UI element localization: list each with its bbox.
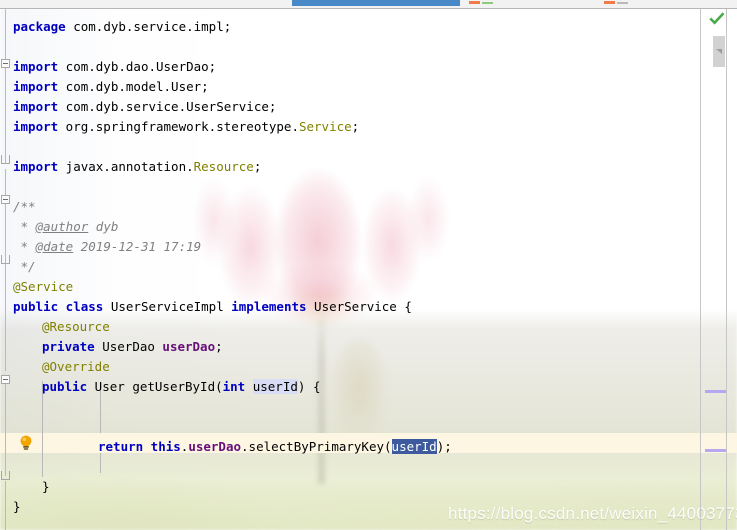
tab-file-icon[interactable]	[469, 1, 480, 4]
code-text-layer[interactable]: package com.dyb.service.impl; import com…	[0, 9, 700, 530]
code-line-4[interactable]: import com.dyb.model.User;	[13, 77, 209, 97]
field-type: UserDao	[94, 339, 163, 354]
tab-file-icon-badge	[482, 2, 493, 4]
code-line-11[interactable]: * @author dyb	[13, 217, 119, 237]
class-name: UserServiceImpl	[110, 299, 224, 314]
javadoc-date-value: 2019-12-31 17:19	[73, 239, 202, 254]
code-line-13[interactable]: */	[13, 257, 36, 277]
field-reference: userDao	[188, 439, 242, 454]
keyword-public: public	[42, 379, 88, 394]
keyword-import: import	[13, 119, 59, 134]
code-line-19[interactable]: public User getUserById(int userId) {	[42, 377, 320, 397]
keyword-implements: implements	[223, 299, 315, 314]
code-line-8[interactable]: import javax.annotation.Resource;	[13, 157, 261, 177]
vertical-scrollbar-thumb[interactable]	[713, 36, 725, 67]
javadoc-star: *	[13, 239, 36, 254]
package-name: com.dyb.service.impl;	[65, 19, 232, 34]
semicolon: ;	[253, 159, 262, 174]
method-name: getUserById(	[132, 379, 223, 394]
keyword-import: import	[13, 99, 59, 114]
ide-window: package com.dyb.service.impl; import com…	[0, 0, 737, 530]
import-annotation-type: Service	[298, 119, 352, 134]
code-line-3[interactable]: import com.dyb.dao.UserDao;	[13, 57, 216, 77]
javadoc-close: */	[13, 259, 36, 274]
keyword-import: import	[13, 79, 59, 94]
javadoc-star: *	[13, 219, 36, 234]
lightbulb-icon[interactable]	[16, 433, 36, 453]
javadoc-author-value: dyb	[88, 219, 119, 234]
tab-file-icon[interactable]	[604, 1, 615, 4]
parameter-name-highlighted[interactable]: userId	[252, 379, 298, 394]
semicolon: ;	[351, 119, 360, 134]
code-editor[interactable]: package com.dyb.service.impl; import com…	[0, 9, 737, 530]
method-return-type: User	[87, 379, 133, 394]
annotation-service: @Service	[13, 279, 74, 294]
javadoc-author-tag: @author	[35, 219, 89, 234]
semicolon: ;	[215, 339, 223, 354]
import-annotation-type: Resource	[193, 159, 254, 174]
keyword-public: public	[13, 299, 59, 314]
method-signature-tail: ) {	[297, 379, 321, 394]
import-path: org.springframework.stereotype.	[58, 119, 299, 134]
brace-close-method: }	[42, 479, 50, 494]
code-line-5[interactable]: import com.dyb.service.UserService;	[13, 97, 276, 117]
brace-open: {	[396, 299, 412, 314]
vertical-scrollbar-track[interactable]	[713, 9, 724, 530]
import-path: javax.annotation.	[58, 159, 194, 174]
code-line-18[interactable]: @Override	[42, 357, 110, 377]
call-tail: );	[436, 439, 452, 454]
editor-right-divider	[726, 9, 727, 530]
import-path: com.dyb.dao.UserDao;	[58, 59, 217, 74]
keyword-package: package	[13, 19, 66, 34]
code-line-14[interactable]: @Service	[13, 277, 73, 297]
selected-argument[interactable]: userId	[391, 439, 437, 454]
code-line-10[interactable]: /**	[13, 197, 36, 217]
keyword-return: return	[98, 439, 144, 454]
keyword-private: private	[42, 339, 95, 354]
interface-name: UserService	[314, 299, 397, 314]
field-name: userDao	[162, 339, 216, 354]
keyword-class: class	[58, 299, 111, 314]
keyword-import: import	[13, 159, 59, 174]
method-call: selectByPrimaryKey(	[248, 439, 392, 454]
code-line-22[interactable]: return this.userDao.selectByPrimaryKey(u…	[98, 437, 452, 457]
annotation-resource: @Resource	[42, 319, 110, 334]
dot: .	[241, 439, 249, 454]
active-tab-indicator[interactable]	[292, 0, 460, 6]
javadoc-date-tag: @date	[35, 239, 74, 254]
import-path: com.dyb.model.User;	[58, 79, 209, 94]
code-line-15[interactable]: public class UserServiceImpl implements …	[13, 297, 412, 317]
code-line-17[interactable]: private UserDao userDao;	[42, 337, 223, 357]
code-line-6[interactable]: import org.springframework.stereotype.Se…	[13, 117, 359, 137]
tab-file-icon-badge	[617, 2, 628, 4]
brace-close-class: }	[13, 499, 21, 514]
code-line-24[interactable]: }	[42, 477, 50, 497]
annotation-override: @Override	[42, 359, 110, 374]
code-line-25[interactable]: }	[13, 497, 21, 517]
keyword-this: this	[143, 439, 181, 454]
keyword-int: int	[222, 379, 246, 394]
code-line-12[interactable]: * @date 2019-12-31 17:19	[13, 237, 202, 257]
javadoc-open: /**	[13, 199, 36, 214]
import-path: com.dyb.service.UserService;	[58, 99, 277, 114]
code-line-16[interactable]: @Resource	[42, 317, 110, 337]
code-line-1[interactable]: package com.dyb.service.impl;	[13, 17, 231, 37]
keyword-import: import	[13, 59, 59, 74]
